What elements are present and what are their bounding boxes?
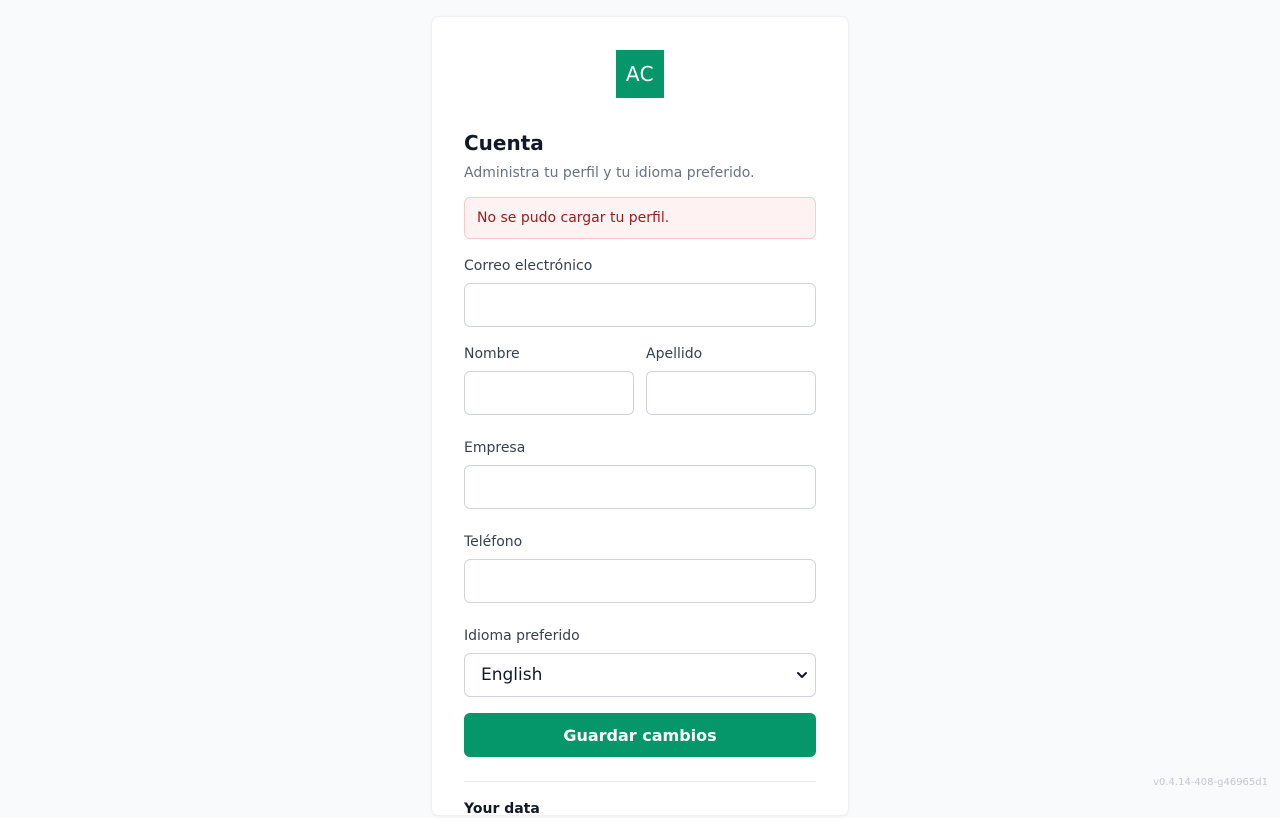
- error-alert-message: No se pudo cargar tu perfil.: [477, 210, 670, 226]
- chevron-down-icon: [797, 672, 807, 678]
- email-field[interactable]: [464, 283, 816, 327]
- version-label: v0.4.14-408-g46965d1: [1153, 777, 1268, 788]
- language-group: Idioma preferido English: [464, 627, 816, 697]
- error-alert: No se pudo cargar tu perfil.: [464, 197, 816, 239]
- name-row: Nombre Apellido: [464, 345, 816, 415]
- first-name-label: Nombre: [464, 346, 520, 362]
- email-group: Correo electrónico: [464, 257, 816, 327]
- page-subtitle: Administra tu perfil y tu idioma preferi…: [464, 165, 755, 181]
- first-name-group: Nombre: [464, 345, 634, 415]
- company-field[interactable]: [464, 465, 816, 509]
- brand-logo-text: AC: [625, 62, 655, 86]
- save-button[interactable]: Guardar cambios: [464, 713, 816, 757]
- last-name-group: Apellido: [646, 345, 816, 415]
- first-name-field[interactable]: [464, 371, 634, 415]
- brand-logo: AC: [616, 50, 664, 98]
- phone-label: Teléfono: [464, 534, 523, 550]
- your-data-title: Your data: [464, 801, 540, 817]
- account-card: AC Cuenta Administra tu perfil y tu idio…: [431, 16, 849, 817]
- company-label: Empresa: [464, 440, 526, 456]
- section-divider: [464, 781, 816, 782]
- last-name-label: Apellido: [646, 346, 703, 362]
- language-label: Idioma preferido: [464, 628, 580, 644]
- language-select-value: English: [481, 665, 543, 685]
- last-name-field[interactable]: [646, 371, 816, 415]
- email-label: Correo electrónico: [464, 258, 593, 274]
- phone-field[interactable]: [464, 559, 816, 603]
- company-group: Empresa: [464, 439, 816, 509]
- language-select[interactable]: English: [464, 653, 816, 697]
- phone-group: Teléfono: [464, 533, 816, 603]
- page-title: Cuenta: [464, 131, 544, 155]
